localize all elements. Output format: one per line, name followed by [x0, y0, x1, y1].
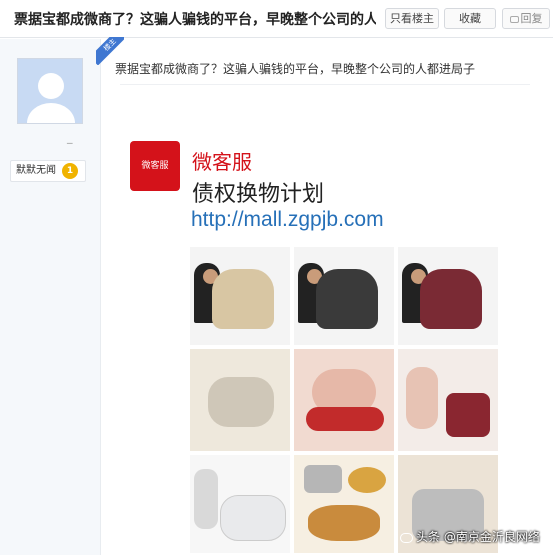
level-star-icon: 1 [62, 163, 78, 179]
favorite-button[interactable]: 收藏 [444, 8, 496, 29]
reply-label: 回复 [520, 12, 543, 25]
neck-massager-image [306, 407, 384, 431]
massage-chair-image [208, 377, 274, 427]
product-image-chair-red [398, 247, 498, 345]
leg-massager-image [446, 393, 490, 437]
foot-massager-image [220, 495, 286, 541]
thread-title: 票据宝都成微商了？这骗人骗钱的平台，早晚整个公司的人都进... [14, 12, 376, 28]
product-image-chair-beige [190, 247, 290, 345]
ad-service-name: 微客服 [192, 150, 252, 174]
food-image [348, 467, 386, 493]
ad-url: http://mall.zgpjb.com [191, 208, 384, 231]
ad-plan-name: 债权换物计划 [192, 182, 325, 207]
product-image-chair-black [294, 247, 394, 345]
massage-chair-image [420, 269, 482, 329]
only-author-button[interactable]: 只看楼主 [385, 8, 439, 29]
reply-icon [509, 15, 519, 23]
massage-chair-image [212, 269, 274, 329]
divider [120, 84, 530, 85]
watermark-text: 头条 @南京金沂良网络 [416, 530, 540, 544]
brand-logo: 微客服 [130, 141, 180, 191]
massage-chair-image [316, 269, 378, 329]
thread-header: 票据宝都成微商了？这骗人骗钱的平台，早晚整个公司的人都进... 只看楼主 收藏 … [0, 0, 553, 38]
watermark: 头条 @南京金沂良网络 [400, 528, 540, 545]
user-panel: _ 默默无闻 1 [0, 39, 101, 555]
level-badge: 默默无闻 1 [10, 160, 86, 182]
product-image-neck-massager [294, 349, 394, 451]
username[interactable]: _ [67, 131, 73, 144]
post-text: 票据宝都成微商了？这骗人骗钱的平台，早晚整个公司的人都进局子 [115, 62, 476, 76]
reply-button[interactable]: 回复 [502, 8, 550, 29]
model-image [406, 367, 438, 429]
level-title: 默默无闻 [16, 165, 56, 176]
spokesperson-figure [194, 469, 218, 529]
product-image-leg-massager [398, 349, 498, 451]
toutiao-logo-icon [400, 532, 413, 543]
product-image-chair-lying [190, 349, 290, 451]
appliance-image [304, 465, 342, 493]
default-avatar-icon [27, 73, 75, 123]
product-image-cookware [294, 455, 394, 553]
food-image [308, 505, 380, 541]
product-image-foot-massager [190, 455, 290, 553]
avatar[interactable] [17, 58, 83, 124]
